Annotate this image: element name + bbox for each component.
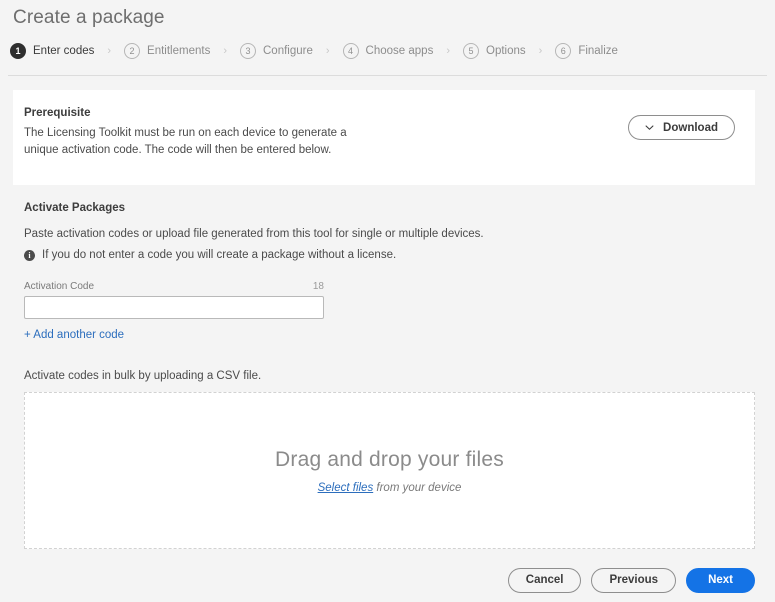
- step-configure[interactable]: 3 Configure: [240, 43, 313, 59]
- select-files-link[interactable]: Select files: [318, 482, 374, 494]
- activation-code-counter: 18: [312, 281, 324, 292]
- activation-code-field-head: Activation Code 18: [24, 281, 324, 292]
- step-separator-icon: ›: [107, 45, 112, 57]
- dropzone-subtitle-suffix: from your device: [373, 481, 462, 494]
- prerequisite-card: Prerequisite The Licensing Toolkit must …: [13, 90, 755, 185]
- step-finalize[interactable]: 6 Finalize: [555, 43, 618, 59]
- step-separator-icon: ›: [538, 45, 543, 57]
- step-number-6: 6: [555, 43, 572, 59]
- step-label-enter-codes: Enter codes: [33, 45, 95, 57]
- step-separator-icon: ›: [325, 45, 330, 57]
- prerequisite-text: The Licensing Toolkit must be run on eac…: [24, 127, 347, 156]
- step-entitlements[interactable]: 2 Entitlements: [124, 43, 210, 59]
- activate-packages-section: Activate Packages Paste activation codes…: [0, 185, 775, 343]
- cancel-button[interactable]: Cancel: [507, 568, 582, 593]
- activation-code-label: Activation Code: [24, 281, 95, 292]
- bulk-upload-label: Activate codes in bulk by uploading a CS…: [24, 370, 262, 382]
- license-note: i If you do not enter a code you will cr…: [24, 249, 775, 261]
- step-number-1: 1: [10, 43, 26, 59]
- activate-packages-title: Activate Packages: [24, 202, 126, 214]
- next-button[interactable]: Next: [686, 568, 755, 593]
- step-label-finalize: Finalize: [578, 45, 618, 57]
- step-number-2: 2: [124, 43, 141, 59]
- dropzone-title: Drag and drop your files: [275, 447, 504, 471]
- step-separator-icon: ›: [223, 45, 227, 57]
- step-separator-icon: ›: [446, 45, 450, 57]
- wizard-stepper: 1 Enter codes › 2 Entitlements › 3 Confi…: [0, 30, 775, 64]
- download-button[interactable]: Download: [628, 115, 735, 140]
- activation-code-input[interactable]: [24, 296, 324, 319]
- step-number-3: 3: [240, 43, 256, 59]
- dropzone-subtitle: Select files from your device: [318, 482, 462, 494]
- chevron-down-icon: [645, 123, 654, 132]
- previous-button[interactable]: Previous: [591, 568, 677, 593]
- step-label-choose-apps: Choose apps: [365, 45, 434, 57]
- activate-packages-description: Paste activation codes or upload file ge…: [24, 228, 484, 240]
- wizard-footer: Cancel Previous Next: [507, 568, 755, 593]
- step-number-5: 5: [463, 43, 479, 59]
- step-label-configure: Configure: [263, 45, 313, 57]
- activation-code-field-group: Activation Code 18 + Add another code: [24, 281, 324, 343]
- header-divider: [8, 75, 767, 76]
- step-number-4: 4: [342, 43, 359, 59]
- step-choose-apps[interactable]: 4 Choose apps: [342, 43, 434, 59]
- file-dropzone[interactable]: Drag and drop your files Select files fr…: [24, 392, 755, 549]
- info-icon: i: [24, 249, 35, 261]
- page-header: Create a package: [0, 0, 775, 30]
- step-enter-codes[interactable]: 1 Enter codes: [10, 43, 94, 59]
- add-another-code-link[interactable]: + Add another code: [24, 329, 124, 341]
- step-label-entitlements: Entitlements: [147, 45, 211, 57]
- download-button-label: Download: [663, 121, 718, 134]
- page-title: Create a package: [13, 7, 165, 28]
- license-note-text: If you do not enter a code you will crea…: [42, 249, 397, 261]
- step-options[interactable]: 5 Options: [463, 43, 526, 59]
- step-label-options: Options: [486, 45, 526, 57]
